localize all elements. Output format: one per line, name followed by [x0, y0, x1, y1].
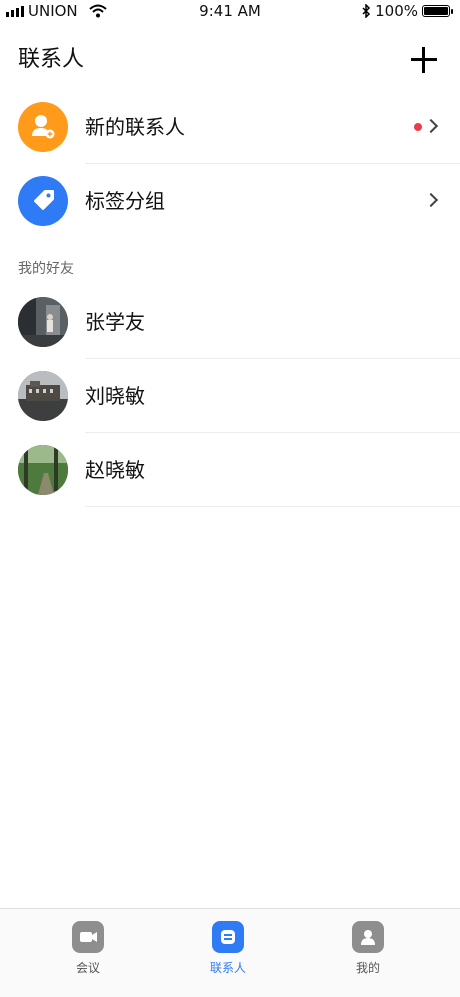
divider — [85, 506, 460, 507]
tag-icon — [18, 176, 68, 226]
profile-icon — [352, 921, 384, 953]
friend-row[interactable]: 刘晓敏 — [0, 359, 460, 433]
tab-label: 联系人 — [209, 961, 246, 975]
tab-meetings[interactable]: 会议 — [38, 921, 138, 976]
chevron-right-icon — [423, 118, 439, 134]
video-icon — [72, 921, 104, 953]
contacts-icon — [212, 921, 244, 953]
notification-badge — [414, 123, 422, 131]
chevron-right-icon — [423, 192, 439, 208]
page-title: 联系人 — [18, 47, 85, 72]
friend-name: 刘晓敏 — [85, 384, 145, 408]
tab-contacts[interactable]: 联系人 — [178, 921, 278, 976]
tag-groups-item[interactable]: 标签分组 — [0, 164, 460, 238]
tag-groups-label: 标签分组 — [85, 189, 165, 213]
friend-row[interactable]: 赵晓敏 — [0, 433, 460, 507]
header: 联系人 — [18, 44, 442, 80]
tab-profile[interactable]: 我的 — [318, 921, 418, 976]
tab-label: 我的 — [355, 961, 380, 975]
status-right: 100% — [361, 2, 453, 20]
status-bar: UNION 9:41 AM 100% — [0, 0, 460, 22]
battery-icon — [422, 5, 453, 17]
battery-percent: 100% — [375, 2, 418, 20]
friend-avatar — [18, 297, 68, 347]
tab-label: 会议 — [75, 961, 100, 975]
friend-row[interactable]: 张学友 — [0, 285, 460, 359]
add-contact-icon — [18, 102, 68, 152]
new-contacts-item[interactable]: 新的联系人 — [0, 90, 460, 164]
friend-avatar — [18, 445, 68, 495]
friend-avatar — [18, 371, 68, 421]
new-contacts-label: 新的联系人 — [85, 115, 185, 139]
tab-bar: 会议 联系人 我的 — [0, 908, 460, 997]
friend-name: 张学友 — [85, 310, 145, 334]
add-button[interactable] — [408, 44, 440, 76]
friend-name: 赵晓敏 — [85, 458, 145, 482]
section-title: 我的好友 — [18, 261, 74, 277]
bluetooth-icon — [362, 4, 371, 18]
